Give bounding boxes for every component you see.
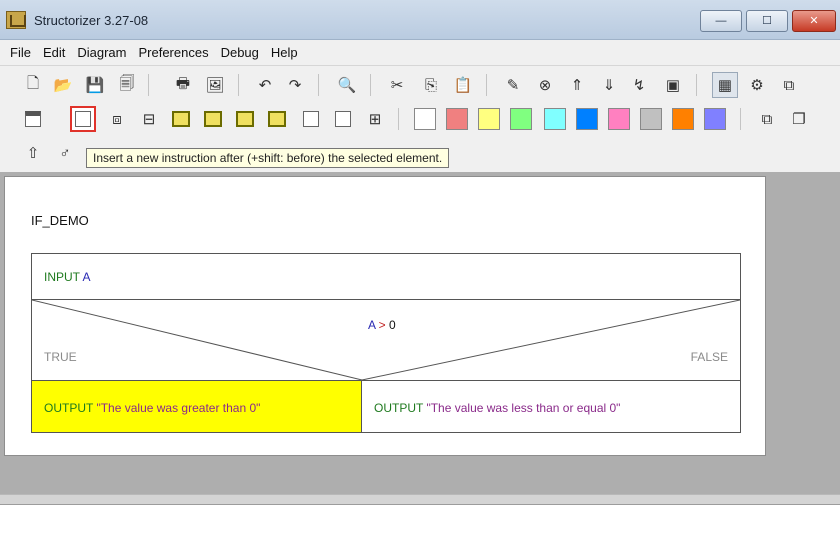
input-instruction[interactable]: INPUT A (32, 254, 740, 300)
menu-debug[interactable]: Debug (215, 45, 265, 60)
menu-bar: File Edit Diagram Preferences Debug Help (0, 40, 840, 66)
condition-triangle (32, 300, 740, 380)
toolbar-separator (740, 108, 741, 130)
work-area: IF_DEMO INPUT A A > 0 TRUE FALSE OUTPUT … (0, 172, 840, 494)
executor-icon[interactable]: ⇧ (20, 140, 46, 166)
menu-edit[interactable]: Edit (37, 45, 71, 60)
toolbar-separator (238, 74, 239, 96)
save-icon[interactable]: 💾 (82, 72, 108, 98)
color-swatch-blue[interactable] (576, 108, 598, 130)
toolbar-separator (318, 74, 319, 96)
menu-preferences[interactable]: Preferences (132, 45, 214, 60)
move-down-icon[interactable]: ⇓ (596, 72, 622, 98)
move-up-icon[interactable]: ⇑ (564, 72, 590, 98)
minimize-button[interactable]: — (700, 10, 742, 32)
maximize-button[interactable]: ☐ (746, 10, 788, 32)
add-alternative-icon[interactable] (168, 106, 194, 132)
output-keyword: OUTPUT (374, 401, 424, 415)
color-swatch-pink[interactable] (608, 108, 630, 130)
nsd-view-icon[interactable]: ▦ (712, 72, 738, 98)
turtle-icon[interactable]: ♂ (52, 140, 78, 166)
toolbar-separator (370, 74, 371, 96)
error-list-panel[interactable] (0, 504, 840, 560)
toolbar-separator (486, 74, 487, 96)
false-branch-output[interactable]: OUTPUT "The value was less than or equal… (362, 380, 740, 432)
redo-icon[interactable]: ↷ (282, 72, 308, 98)
add-while-loop-icon[interactable] (264, 106, 290, 132)
add-for-loop-icon[interactable] (232, 106, 258, 132)
collapse-icon[interactable]: ▣ (660, 72, 686, 98)
output-string: "The value was greater than 0" (93, 401, 261, 415)
true-output-text: OUTPUT "The value was greater than 0" (44, 401, 260, 415)
export-picture-icon[interactable]: 🖼 (202, 72, 228, 98)
color-swatch-orange[interactable] (672, 108, 694, 130)
edit-element-icon[interactable]: ✎ (500, 72, 526, 98)
color-swatch-yellow[interactable] (478, 108, 500, 130)
true-branch-output[interactable]: OUTPUT "The value was greater than 0" (32, 380, 362, 432)
program-name[interactable]: IF_DEMO (31, 213, 89, 228)
cut-icon[interactable]: ✂ (384, 72, 410, 98)
add-parallel-icon[interactable]: ⊞ (362, 106, 388, 132)
color-swatch-green[interactable] (510, 108, 532, 130)
title-bar: Structorizer 3.27-08 — ☐ ✕ (0, 0, 840, 40)
transmute-icon[interactable]: ↯ (626, 72, 652, 98)
nsd-diagram: INPUT A A > 0 TRUE FALSE OUTPUT "The val… (31, 253, 741, 433)
breakpoint-icon[interactable]: ⧉ (754, 106, 780, 132)
app-icon (6, 11, 26, 29)
diagram-canvas[interactable]: IF_DEMO INPUT A A > 0 TRUE FALSE OUTPUT … (4, 176, 766, 456)
copy-icon[interactable]: ⎘ (418, 72, 444, 98)
output-string: "The value was less than or equal 0" (423, 401, 621, 415)
settings-icon[interactable]: ⚙ (744, 72, 770, 98)
condition-operator: > (375, 318, 390, 332)
add-repeat-loop-icon[interactable] (298, 106, 324, 132)
menu-help[interactable]: Help (265, 45, 304, 60)
undo-icon[interactable]: ↶ (252, 72, 278, 98)
color-swatch-red[interactable] (446, 108, 468, 130)
open-folder-icon[interactable]: 📂 (50, 72, 76, 98)
input-instruction-text: INPUT A (44, 270, 90, 284)
toolbar-separator (148, 74, 149, 96)
tooltip: Insert a new instruction after (+shift: … (86, 148, 450, 168)
diagram-type-icon[interactable] (20, 106, 46, 132)
color-swatch-cyan[interactable] (544, 108, 566, 130)
new-file-icon[interactable]: 🗋 (20, 72, 46, 98)
window-title: Structorizer 3.27-08 (34, 13, 149, 28)
add-instruction-after-button[interactable] (70, 106, 96, 132)
save-as-icon[interactable]: 🗐 (114, 72, 140, 98)
find-icon[interactable]: 🔍 (334, 72, 360, 98)
toolbar-row-2: ⧈ ⊟ ⊞ ⧉ ❐ (0, 102, 840, 136)
paste-icon[interactable]: 📋 (450, 72, 476, 98)
add-instruction-icon[interactable]: ⧈ (104, 106, 130, 132)
copy-diagram-icon[interactable]: ❐ (786, 106, 812, 132)
input-keyword: INPUT (44, 270, 80, 284)
false-branch-label: FALSE (690, 350, 728, 364)
input-variable: A (82, 270, 91, 284)
false-output-text: OUTPUT "The value was less than or equal… (374, 401, 620, 415)
add-case-icon[interactable] (200, 106, 226, 132)
delete-icon[interactable]: ⊗ (532, 72, 558, 98)
add-forever-loop-icon[interactable] (330, 106, 356, 132)
toolbar-separator (398, 108, 399, 130)
zoom-icon[interactable]: ⧉ (776, 72, 802, 98)
alternative-condition[interactable]: A > 0 TRUE FALSE (32, 300, 740, 380)
print-icon[interactable]: 🖶 (170, 72, 196, 98)
splitter[interactable] (0, 494, 840, 504)
color-swatch-violet[interactable] (704, 108, 726, 130)
condition-text: A > 0 (368, 318, 396, 332)
output-keyword: OUTPUT (44, 401, 94, 415)
toolbar-separator (696, 74, 697, 96)
color-swatch-gray[interactable] (640, 108, 662, 130)
color-swatch-white[interactable] (414, 108, 436, 130)
menu-diagram[interactable]: Diagram (71, 45, 132, 60)
condition-value: 0 (389, 318, 396, 332)
close-button[interactable]: ✕ (792, 10, 836, 32)
add-call-icon[interactable]: ⊟ (136, 106, 162, 132)
menu-file[interactable]: File (4, 45, 37, 60)
true-branch-label: TRUE (44, 350, 77, 364)
toolbar-row-1: 🗋 📂 💾 🗐 🖶 🖼 ↶ ↷ 🔍 ✂ ⎘ 📋 ✎ ⊗ ⇑ ⇓ ↯ ▣ ▦ ⚙ … (0, 68, 840, 102)
